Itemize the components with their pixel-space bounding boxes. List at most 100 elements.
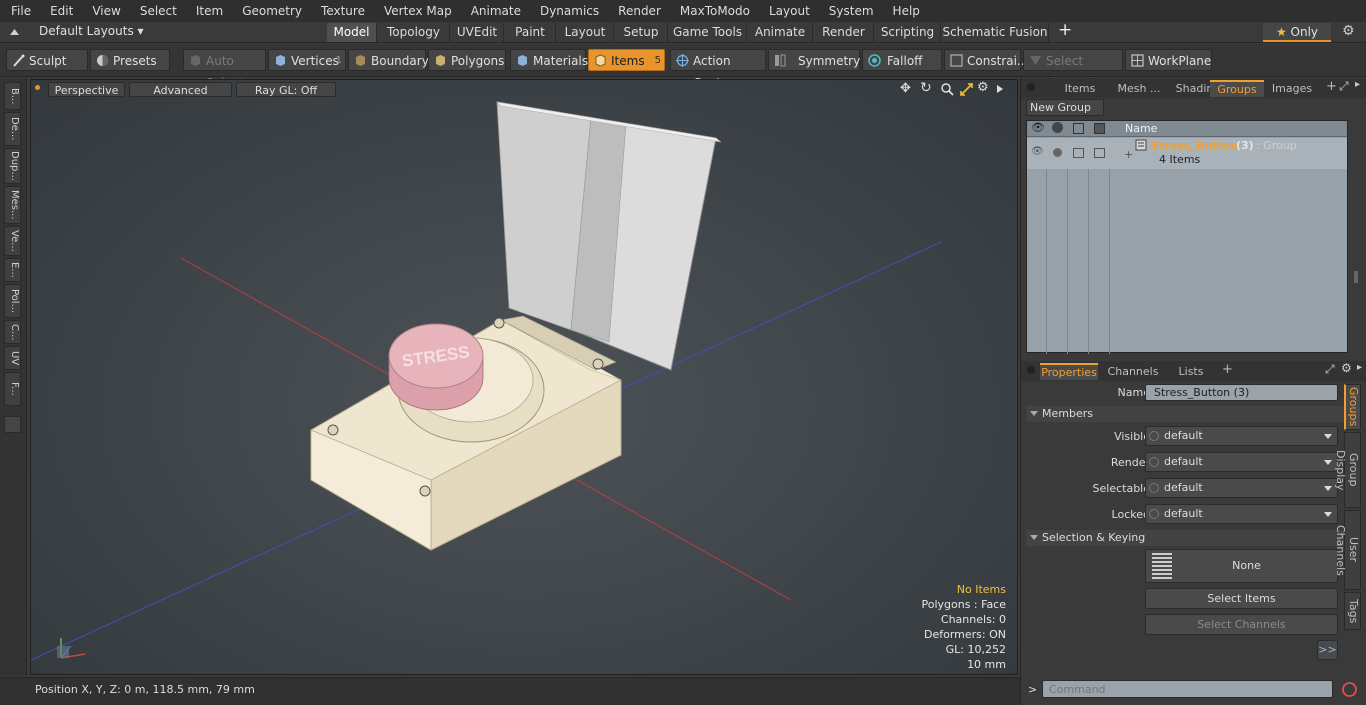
add-properties-tab-button[interactable]: +	[1222, 362, 1233, 377]
only-toggle[interactable]: ★ Only	[1263, 23, 1331, 42]
menu-vertex-map[interactable]: Vertex Map	[373, 0, 460, 22]
row-visibility-icon[interactable]: 👁	[1031, 146, 1044, 157]
menu-layout[interactable]: Layout	[758, 0, 818, 22]
view-dropdown[interactable]: Perspective	[48, 82, 125, 97]
layout-preset-dropdown[interactable]: Default Layouts ▾	[39, 24, 144, 38]
action-center-button[interactable]: Action Center	[670, 49, 766, 90]
tab-items[interactable]: Items	[1051, 80, 1109, 97]
command-input[interactable]	[1042, 680, 1333, 698]
symmetry-button[interactable]: Symmetry	[768, 49, 860, 71]
menu-animate[interactable]: Animate	[460, 0, 529, 22]
maximize-icon[interactable]: ⤢	[1339, 79, 1349, 94]
zoom-icon[interactable]	[941, 83, 954, 96]
sculpt-button[interactable]: Sculpt	[6, 49, 88, 71]
tab-render[interactable]: Render	[814, 23, 874, 42]
menu-render[interactable]: Render	[607, 0, 669, 22]
tab-game-tools[interactable]: Game Tools	[669, 23, 747, 42]
falloff-button[interactable]: Falloff	[862, 49, 942, 71]
menu-geometry[interactable]: Geometry	[231, 0, 310, 22]
menu-system[interactable]: System	[818, 0, 882, 22]
new-group-button[interactable]: New Group	[1026, 99, 1104, 116]
visible-dropdown[interactable]: default	[1145, 426, 1338, 446]
panel-more-icon[interactable]: ▸	[1355, 79, 1360, 90]
properties-maximize-icon[interactable]: ⤢	[1325, 362, 1335, 377]
left-tab-polygon[interactable]: Pol...	[4, 284, 21, 318]
tab-schematic-fusion[interactable]: Schematic Fusion	[942, 23, 1049, 42]
render-col-icon[interactable]	[1052, 122, 1063, 133]
side-tab-tags[interactable]: Tags	[1344, 592, 1361, 630]
properties-menu-icon[interactable]	[1027, 366, 1035, 374]
row-select-icon[interactable]	[1073, 148, 1084, 158]
side-tab-user-channels[interactable]: User Channels	[1334, 510, 1361, 590]
menu-texture[interactable]: Texture	[310, 0, 373, 22]
viewport-expand-icon[interactable]	[996, 84, 1004, 94]
left-tab-edge[interactable]: E...	[4, 258, 21, 282]
tab-layout[interactable]: Layout	[557, 23, 614, 42]
left-tab-curve[interactable]: C...	[4, 320, 21, 344]
select-items-button[interactable]: Select Items	[1145, 588, 1338, 609]
tab-lists[interactable]: Lists	[1166, 363, 1216, 380]
row-lock-icon[interactable]	[1094, 148, 1105, 158]
render-dropdown[interactable]: default	[1145, 452, 1338, 472]
tab-model[interactable]: Model	[327, 23, 377, 42]
members-section[interactable]: Members	[1026, 406, 1344, 422]
layout-arrow-icon[interactable]	[9, 27, 20, 37]
record-icon[interactable]	[1341, 681, 1358, 698]
auto-select-button[interactable]: Auto Select	[183, 49, 266, 90]
menu-dynamics[interactable]: Dynamics	[529, 0, 607, 22]
viewport-dot-icon[interactable]	[35, 85, 40, 90]
left-tab-deform[interactable]: De...	[4, 112, 21, 146]
menu-view[interactable]: View	[81, 0, 128, 22]
selectable-dropdown[interactable]: default	[1145, 478, 1338, 498]
left-tab-duplicate[interactable]: Dup...	[4, 148, 21, 184]
menu-edit[interactable]: Edit	[39, 0, 81, 22]
group-row-stress-button[interactable]: 👁 + Stress_Button (3) : Group 4 Items	[1027, 138, 1347, 169]
tab-scripting[interactable]: Scripting	[875, 23, 941, 42]
properties-more-icon[interactable]: ▸	[1357, 362, 1362, 373]
tab-paint[interactable]: Paint	[505, 23, 556, 42]
select-col-icon[interactable]	[1073, 123, 1084, 134]
tab-uvedit[interactable]: UVEdit	[451, 23, 504, 42]
row-render-icon[interactable]	[1053, 148, 1062, 157]
materials-button[interactable]: Materials	[510, 49, 588, 71]
tab-mesh[interactable]: Mesh ...	[1110, 80, 1168, 97]
none-button[interactable]: None	[1145, 549, 1338, 583]
side-tab-groups[interactable]: Groups	[1344, 384, 1361, 430]
locked-dropdown[interactable]: default	[1145, 504, 1338, 524]
3d-viewport[interactable]: STRESS Perspective Advanced Ray GL: Off …	[30, 79, 1018, 675]
workplane-button[interactable]: WorkPlane	[1125, 49, 1212, 71]
gear-icon[interactable]: ⚙	[1342, 23, 1355, 39]
select-channels-button[interactable]: Select Channels	[1145, 614, 1338, 635]
fit-icon[interactable]	[960, 83, 973, 96]
constraints-button[interactable]: Constrai...	[944, 49, 1028, 71]
vertices-button[interactable]: Vertices 1	[268, 49, 346, 71]
tab-properties[interactable]: Properties	[1040, 363, 1098, 380]
more-button[interactable]: >>	[1317, 640, 1338, 660]
left-tab-basic[interactable]: B...	[4, 82, 21, 110]
left-tab-mesh-edit[interactable]: Mes...	[4, 186, 21, 224]
tab-groups[interactable]: Groups	[1210, 80, 1264, 97]
raygl-dropdown[interactable]: Ray GL: Off	[236, 82, 336, 97]
lock-col-icon[interactable]	[1094, 123, 1105, 134]
tab-channels[interactable]: Channels	[1103, 363, 1163, 380]
group-name-field[interactable]: Stress_Button (3)	[1145, 384, 1338, 401]
panel-menu-icon[interactable]	[1027, 83, 1035, 91]
polygons-button[interactable]: Polygons	[428, 49, 506, 71]
tab-topology[interactable]: Topology	[378, 23, 450, 42]
select-through-button[interactable]: Select Through	[1023, 49, 1123, 90]
properties-gear-icon[interactable]: ⚙	[1341, 361, 1352, 375]
tab-images[interactable]: Images	[1267, 80, 1317, 97]
pan-icon[interactable]: ✥	[900, 81, 911, 96]
expand-icon[interactable]: +	[1124, 148, 1133, 161]
menu-help[interactable]: Help	[882, 0, 928, 22]
menu-file[interactable]: File	[0, 0, 39, 22]
left-tab-fusion[interactable]: F...	[4, 372, 21, 406]
left-tab-vertex[interactable]: Ve...	[4, 226, 21, 256]
selection-keying-section[interactable]: Selection & Keying	[1026, 530, 1344, 546]
menu-select[interactable]: Select	[129, 0, 185, 22]
visibility-col-icon[interactable]: 👁	[1031, 121, 1045, 134]
add-tab-button[interactable]: +	[1058, 20, 1072, 40]
list-scrollbar[interactable]	[1354, 271, 1358, 283]
left-tab-uv[interactable]: UV	[4, 346, 21, 370]
shading-dropdown[interactable]: Advanced	[129, 82, 232, 97]
